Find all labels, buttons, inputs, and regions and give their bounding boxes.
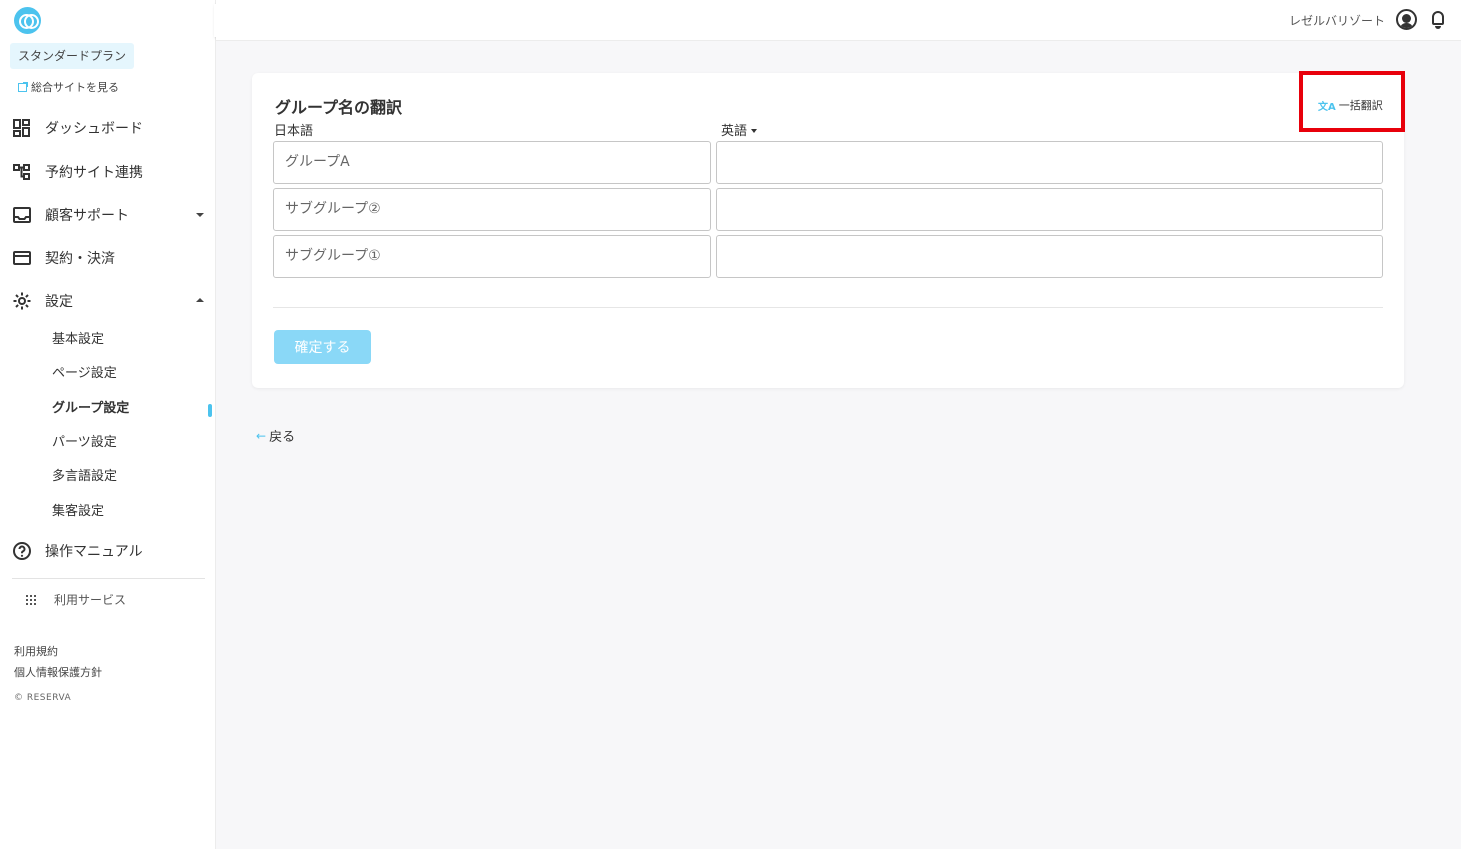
plan-badge: スタンダードプラン — [10, 43, 135, 69]
sidebar-item-billing[interactable]: 契約・決済 — [12, 243, 208, 273]
card-divider — [273, 307, 1383, 308]
reserva-logo[interactable] — [14, 7, 41, 34]
group-name-en-field[interactable] — [716, 235, 1383, 278]
bulk-translate-button[interactable]: 文A 一括翻訳 — [1318, 97, 1383, 113]
back-link[interactable]: ← 戻る — [256, 426, 296, 446]
bell-icon[interactable] — [1430, 10, 1446, 29]
inbox-icon — [12, 205, 32, 225]
target-language-select[interactable]: 英語 — [721, 120, 758, 139]
sidebar-item-label: 契約・決済 — [45, 251, 115, 267]
chevron-up-icon — [196, 298, 204, 302]
services-label: 利用サービス — [54, 593, 127, 607]
translation-card: グループ名の翻訳 文A 一括翻訳 日本語 英語 グループA サブグループ② サブ… — [252, 73, 1404, 388]
sidebar-item-booking-sites[interactable]: 予約サイト連携 — [12, 157, 208, 187]
confirm-button[interactable]: 確定する — [274, 330, 371, 364]
translate-icon: 文A — [1318, 101, 1336, 113]
user-name[interactable]: レゼルバリゾート — [1289, 12, 1385, 29]
gear-icon — [12, 291, 32, 311]
sidebar-item-label: ダッシュボード — [45, 121, 143, 137]
back-label: 戻る — [269, 430, 296, 445]
hierarchy-icon — [12, 162, 32, 182]
sidebar-subitem-marketing[interactable]: 集客設定 — [52, 502, 104, 522]
active-indicator — [208, 404, 212, 417]
sidebar-item-settings[interactable]: 設定 — [12, 286, 208, 316]
group-name-ja-field[interactable]: サブグループ① — [273, 235, 711, 278]
sidebar-subitem-parts[interactable]: パーツ設定 — [52, 433, 117, 453]
sidebar-item-label: 予約サイト連携 — [45, 165, 143, 181]
sidebar-item-label: 操作マニュアル — [45, 544, 143, 560]
apps-grid-icon — [26, 594, 36, 605]
sidebar: スタンダードプラン 総合サイトを見る ダッシュボード 予約サイト連携 顧客サポー… — [0, 0, 216, 849]
view-site-link[interactable]: 総合サイトを見る — [18, 79, 119, 95]
sidebar-divider — [12, 578, 205, 579]
arrow-left-icon: ← — [256, 428, 267, 443]
source-language-label: 日本語 — [274, 124, 314, 139]
target-language-label: 英語 — [721, 124, 748, 139]
group-name-ja-field[interactable]: グループA — [273, 141, 711, 184]
copyright: © RESERVA — [14, 693, 72, 703]
sidebar-subitem-multilingual[interactable]: 多言語設定 — [52, 467, 117, 487]
sidebar-item-manual[interactable]: 操作マニュアル — [12, 536, 208, 566]
group-name-en-field[interactable] — [716, 188, 1383, 231]
help-circle-icon — [12, 541, 32, 561]
page-title: グループ名の翻訳 — [275, 98, 403, 117]
top-header: レゼルバリゾート — [216, 0, 1461, 41]
account-icon[interactable] — [1396, 9, 1417, 30]
sidebar-subitem-group[interactable]: グループ設定 — [52, 399, 129, 419]
dashboard-icon — [12, 118, 32, 138]
sidebar-item-label: 設定 — [45, 294, 73, 310]
external-link-icon — [18, 81, 28, 92]
terms-link[interactable]: 利用規約 — [14, 643, 58, 659]
sidebar-item-dashboard[interactable]: ダッシュボード — [12, 113, 208, 143]
group-name-ja-field[interactable]: サブグループ② — [273, 188, 711, 231]
chevron-down-icon — [751, 128, 758, 133]
group-name-en-field[interactable] — [716, 141, 1383, 184]
services-link[interactable]: 利用サービス — [26, 591, 126, 608]
sidebar-item-label: 顧客サポート — [45, 208, 129, 224]
privacy-link[interactable]: 個人情報保護方針 — [14, 664, 102, 680]
chevron-down-icon — [196, 213, 204, 217]
bulk-translate-label: 一括翻訳 — [1338, 99, 1383, 112]
sidebar-item-support[interactable]: 顧客サポート — [12, 200, 208, 230]
view-site-label: 総合サイトを見る — [31, 81, 119, 94]
credit-card-icon — [12, 248, 32, 268]
sidebar-subitem-basic[interactable]: 基本設定 — [52, 330, 104, 350]
sidebar-subitem-page[interactable]: ページ設定 — [52, 364, 117, 384]
